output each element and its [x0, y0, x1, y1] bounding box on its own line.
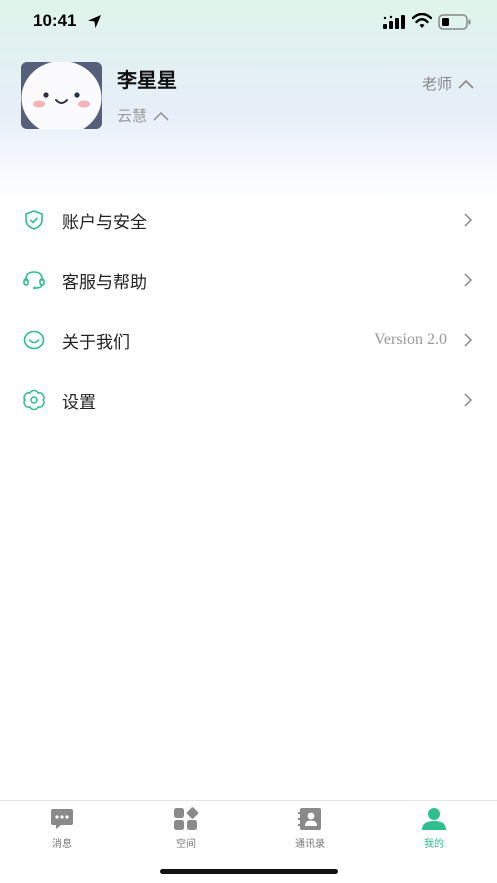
organization-label: 云慧: [117, 107, 148, 125]
chevron-up-icon: [458, 79, 474, 89]
battery-icon: [438, 14, 471, 30]
tab-mine[interactable]: 我的: [394, 807, 474, 850]
menu-item-account-security[interactable]: 账户与安全: [0, 190, 497, 250]
settings-flower-icon: [22, 388, 46, 412]
settings-menu: 账户与安全 客服与帮助 关于我们 Version 2.0 设置: [0, 190, 497, 430]
tab-contacts[interactable]: 通讯录: [270, 807, 350, 850]
chevron-right-icon: [464, 273, 473, 287]
role-selector[interactable]: 老师: [422, 73, 474, 94]
home-indicator[interactable]: [160, 869, 338, 874]
chevron-right-icon: [464, 213, 473, 227]
tab-label: 我的: [424, 839, 444, 850]
chevron-up-icon: [153, 111, 169, 121]
tab-label: 空间: [176, 839, 196, 850]
tab-messages[interactable]: 消息: [22, 807, 102, 850]
organization-selector[interactable]: 云慧: [117, 105, 169, 126]
tab-space[interactable]: 空间: [146, 807, 226, 850]
chevron-right-icon: [464, 393, 473, 407]
tab-label: 通讯录: [295, 839, 325, 850]
cute-face-avatar: [21, 62, 102, 129]
tab-label: 消息: [52, 839, 72, 850]
message-icon: [51, 809, 73, 829]
wifi-icon: [412, 13, 432, 28]
menu-item-label: 关于我们: [62, 332, 130, 353]
cellular-signal-icon: [383, 15, 405, 29]
version-text: Version 2.0: [374, 331, 447, 348]
location-arrow-icon: [87, 14, 102, 29]
chevron-right-icon: [464, 333, 473, 347]
status-time: 10:41: [33, 11, 77, 30]
avatar[interactable]: [21, 62, 102, 129]
shield-check-icon: [22, 208, 46, 232]
contacts-book-icon: [298, 808, 321, 830]
role-label: 老师: [421, 75, 452, 93]
menu-item-settings[interactable]: 设置: [0, 370, 497, 430]
menu-item-label: 账户与安全: [62, 212, 147, 233]
menu-item-about-us[interactable]: 关于我们 Version 2.0: [0, 310, 497, 370]
menu-item-label: 设置: [62, 392, 96, 413]
menu-item-customer-service[interactable]: 客服与帮助: [0, 250, 497, 310]
apps-grid-icon: [174, 807, 199, 830]
person-icon: [422, 808, 446, 830]
status-bar: 10:41: [0, 0, 497, 44]
menu-item-label: 客服与帮助: [62, 272, 147, 293]
headset-icon: [22, 268, 46, 292]
user-name: 李星星: [117, 68, 177, 92]
smile-icon: [22, 328, 46, 352]
